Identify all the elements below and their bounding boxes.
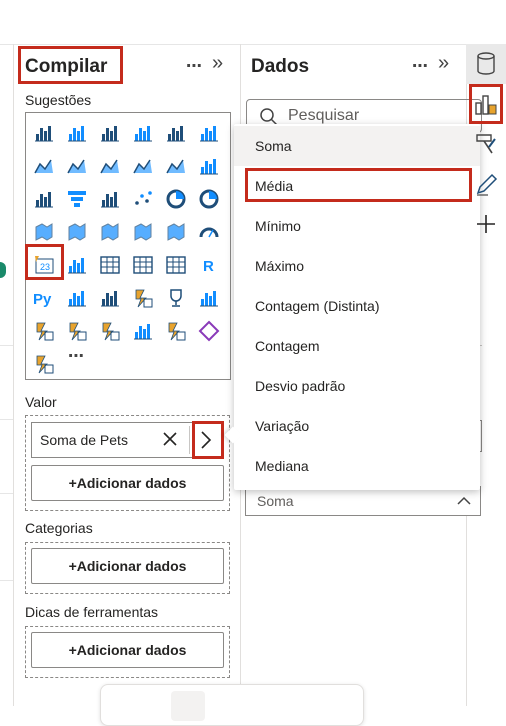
categories-label: Categorias xyxy=(25,520,93,536)
highlight-field-menu xyxy=(192,421,224,459)
table-icon[interactable] xyxy=(130,252,156,278)
waterfall-icon[interactable] xyxy=(196,153,222,179)
qa-icon[interactable] xyxy=(64,318,90,344)
donut-icon[interactable] xyxy=(196,186,222,212)
canvas-selection-dot xyxy=(0,262,6,278)
ribbon-icon[interactable] xyxy=(130,153,156,179)
100-bar-icon[interactable] xyxy=(163,120,189,146)
more-visuals-icon[interactable]: ⋯ xyxy=(68,346,84,366)
canvas-line xyxy=(0,345,13,346)
stacked-area-icon[interactable] xyxy=(97,153,123,179)
highlight-build-title xyxy=(18,46,123,84)
diamond-icon[interactable] xyxy=(196,318,222,344)
filled-map-icon[interactable] xyxy=(97,219,123,245)
aggregation-dropdown[interactable]: Soma xyxy=(245,486,481,516)
smart-narrative-icon[interactable] xyxy=(130,285,156,311)
matrix-icon[interactable] xyxy=(163,252,189,278)
add-tooltips-data-button[interactable]: +Adicionar dados xyxy=(31,632,224,668)
data-expand-icon[interactable]: » xyxy=(438,52,449,75)
svg-text:Py: Py xyxy=(33,291,52,308)
combo-icon[interactable] xyxy=(31,186,57,212)
right-rail xyxy=(466,44,506,706)
stacked-column-icon[interactable] xyxy=(64,120,90,146)
map-icon[interactable] xyxy=(64,219,90,245)
highlight-card-visual xyxy=(25,244,64,280)
add-icon[interactable] xyxy=(466,204,506,244)
format-brush-icon[interactable] xyxy=(466,124,506,164)
pie-icon[interactable] xyxy=(163,186,189,212)
narrative-icon[interactable] xyxy=(97,318,123,344)
key-influencers-icon[interactable] xyxy=(64,285,90,311)
clustered-column-icon[interactable] xyxy=(130,120,156,146)
remove-field-icon[interactable] xyxy=(160,429,180,454)
highlight-media-option xyxy=(245,168,472,202)
line-chart-icon[interactable] xyxy=(31,153,57,179)
data-more-options[interactable]: ⋯ xyxy=(412,56,428,76)
menu-item-mediana[interactable]: Mediana xyxy=(234,446,480,486)
menu-item-contagem-distinta[interactable]: Contagem (Distinta) xyxy=(234,286,480,326)
kpi-icon[interactable] xyxy=(64,252,90,278)
add-value-data-button[interactable]: +Adicionar dados xyxy=(31,465,224,501)
build-expand-icon[interactable]: » xyxy=(212,52,223,75)
area-chart-icon[interactable] xyxy=(64,153,90,179)
search-placeholder: Pesquisar xyxy=(288,107,360,124)
report-canvas-edge xyxy=(13,44,14,706)
canvas-line xyxy=(0,493,13,494)
scatter-icon[interactable] xyxy=(130,186,156,212)
python-icon[interactable]: Py xyxy=(31,285,57,311)
azure-map-icon[interactable] xyxy=(163,219,189,245)
suggestions-label: Sugestões xyxy=(25,92,92,108)
line-column-icon[interactable] xyxy=(163,153,189,179)
value-field-name: Soma de Pets xyxy=(40,432,128,448)
image-icon[interactable] xyxy=(130,318,156,344)
gauge-icon[interactable] xyxy=(196,219,222,245)
tooltips-label: Dicas de ferramentas xyxy=(25,604,159,620)
menu-item-desvio-padrao[interactable]: Desvio padrão xyxy=(234,366,480,406)
power-apps-icon[interactable] xyxy=(31,318,57,344)
menu-item-soma[interactable]: Soma xyxy=(234,126,480,166)
shape-map-icon[interactable] xyxy=(130,219,156,245)
menu-item-maximo[interactable]: Máximo xyxy=(234,246,480,286)
menu-item-minimo[interactable]: Mínimo xyxy=(234,206,480,246)
bottom-toolbar xyxy=(100,684,364,726)
top-divider xyxy=(0,44,506,45)
value-label: Valor xyxy=(25,394,57,410)
power-automate-icon[interactable] xyxy=(31,351,57,377)
paginated-icon[interactable] xyxy=(196,285,222,311)
pill-divider xyxy=(189,426,190,454)
treemap-icon[interactable] xyxy=(31,219,57,245)
build-more-options[interactable]: ⋯ xyxy=(186,56,202,76)
menu-item-contagem[interactable]: Contagem xyxy=(234,326,480,366)
canvas-line xyxy=(0,419,13,420)
svg-text:R: R xyxy=(203,258,214,275)
highlight-build-rail xyxy=(469,84,503,124)
slicer-icon[interactable] xyxy=(97,252,123,278)
stacked-bar-icon[interactable] xyxy=(31,120,57,146)
toolbar-selected-item[interactable] xyxy=(171,691,205,721)
powerbi-icon[interactable] xyxy=(163,318,189,344)
trophy-icon[interactable] xyxy=(163,285,189,311)
aggregation-selected: Soma xyxy=(257,493,294,509)
canvas-line xyxy=(0,580,13,581)
decomposition-tree-icon[interactable] xyxy=(97,285,123,311)
analytics-pen-icon[interactable] xyxy=(466,164,506,204)
r-visual-icon[interactable]: R xyxy=(196,252,222,278)
funnel-icon[interactable] xyxy=(64,186,90,212)
waterfall2-icon[interactable] xyxy=(97,186,123,212)
clustered-bar-icon[interactable] xyxy=(97,120,123,146)
database-icon[interactable] xyxy=(466,44,506,84)
menu-item-variacao[interactable]: Variação xyxy=(234,406,480,446)
add-categories-data-button[interactable]: +Adicionar dados xyxy=(31,548,224,584)
data-pane-title: Dados xyxy=(251,56,310,77)
100-column-icon[interactable] xyxy=(196,120,222,146)
